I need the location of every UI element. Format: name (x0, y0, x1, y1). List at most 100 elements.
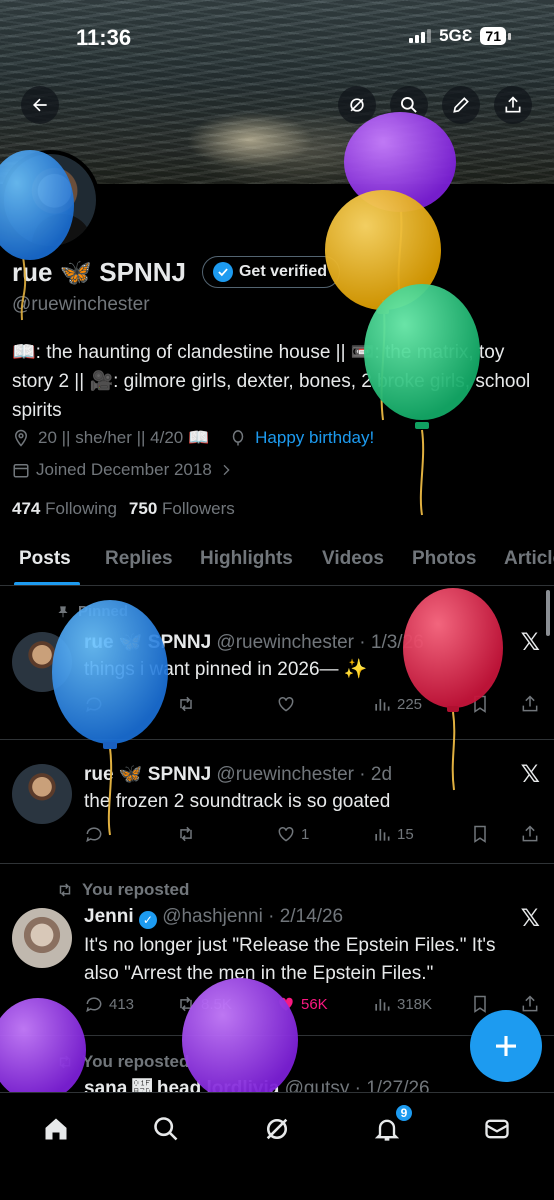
compose-button[interactable] (470, 1010, 542, 1082)
following-count: 474 (12, 499, 41, 518)
views-button[interactable]: 225 (372, 694, 422, 714)
reply-button[interactable] (84, 694, 104, 714)
views-button[interactable]: 318K (372, 994, 432, 1014)
bookmark-button[interactable] (470, 694, 490, 714)
tab-videos[interactable]: Videos (322, 548, 384, 570)
likes-count: 1 (301, 825, 310, 843)
tweet-repost-jenni[interactable]: You reposted Jenni ✓ @hashjenni · 2/14/2… (0, 864, 554, 1036)
pinned-context: Pinned (56, 603, 128, 620)
tweet-date: · 2d (359, 764, 393, 785)
repost-icon (180, 996, 192, 1012)
get-verified-label: Get verified (238, 263, 328, 280)
repost-context: You reposted (56, 1052, 189, 1072)
profile-meta: 20 || she/her || 4/20 📖 Happy birthday! (12, 428, 374, 448)
tweet-frozen[interactable]: rue 🦋 SPNNJ @ruewinchester · 2d 𝕏 the fr… (0, 740, 554, 864)
bookmark-icon (474, 995, 486, 1013)
repost-button[interactable]: 8.5K (176, 994, 232, 1014)
nav-search[interactable] (148, 1111, 184, 1147)
heart-icon (278, 696, 294, 712)
edit-button[interactable] (442, 86, 480, 124)
balloon-icon (232, 430, 244, 446)
back-arrow-icon (33, 98, 47, 112)
grok-button[interactable] (338, 86, 376, 124)
views-icon (375, 999, 390, 1011)
share-icon (522, 695, 538, 712)
follow-stats: 474 Following 750 Followers (12, 499, 235, 519)
home-icon (45, 1118, 67, 1140)
tweet-author-name[interactable]: Jenni (84, 906, 134, 927)
notifications-badge: 9 (394, 1103, 414, 1123)
followers-link[interactable]: 750 Followers (129, 499, 235, 519)
nav-home[interactable] (38, 1111, 74, 1147)
following-link[interactable]: 474 Following (12, 499, 117, 519)
replies-count: 413 (109, 995, 135, 1013)
tweet-author-name[interactable]: rue 🦋 SPNNJ (84, 632, 211, 653)
tab-articles[interactable]: Articles (504, 548, 554, 570)
repost-icon (59, 883, 71, 897)
repost-context-label: You reposted (82, 1052, 190, 1071)
repost-button[interactable] (176, 824, 196, 844)
repost-context: You reposted (56, 880, 189, 900)
tweet-pinned[interactable]: Pinned rue 🦋 SPNNJ @ruewinchester · 1/3/… (0, 588, 554, 740)
tab-replies[interactable]: Replies (105, 548, 173, 570)
repost-icon (180, 696, 192, 712)
views-count: 15 (397, 825, 414, 843)
tab-posts[interactable]: Posts (19, 548, 71, 570)
tweet-text: It's no longer just "Release the Epstein… (84, 935, 496, 984)
tweet-avatar[interactable] (12, 908, 72, 968)
profile-avatar[interactable] (0, 150, 100, 250)
bookmark-button[interactable] (470, 994, 490, 1014)
views-button[interactable]: 15 (372, 824, 414, 844)
tweet-avatar[interactable] (12, 632, 72, 692)
followers-label: Followers (162, 499, 235, 518)
tweet-actions: 225 (84, 694, 542, 718)
messages-icon (485, 1119, 509, 1139)
like-button[interactable]: 56K (276, 994, 328, 1014)
tweet-text: things i want pinned in 2026— ✨ (84, 659, 368, 680)
repost-button[interactable] (176, 694, 196, 714)
bookmark-icon (474, 825, 486, 843)
get-verified-button[interactable]: Get verified (201, 256, 341, 288)
joined-text: Joined December 2018 (36, 460, 212, 479)
tab-photos[interactable]: Photos (412, 548, 476, 570)
x-logo-icon: 𝕏 (520, 629, 540, 656)
repost-context-label: You reposted (82, 880, 190, 899)
reply-icon (86, 827, 102, 843)
pinned-label: Pinned (78, 603, 129, 620)
location-icon (14, 429, 28, 447)
tweet-handle: @hashjenni (162, 906, 263, 927)
search-button[interactable] (390, 86, 428, 124)
like-button[interactable]: 1 (276, 824, 309, 844)
tab-highlights[interactable]: Highlights (200, 548, 293, 570)
tweet-author-name[interactable]: rue 🦋 SPNNJ (84, 764, 211, 785)
reply-icon (86, 697, 102, 713)
bookmark-icon (474, 695, 486, 713)
share-tweet-button[interactable] (520, 994, 540, 1014)
tweet-avatar[interactable] (12, 764, 72, 824)
followers-count: 750 (128, 499, 158, 518)
reply-button[interactable] (84, 824, 104, 844)
profile-handle: @ruewinchester (12, 294, 150, 315)
verified-badge-icon: ✓ (138, 911, 157, 929)
back-button[interactable] (21, 86, 59, 124)
share-tweet-button[interactable] (520, 694, 540, 714)
tweet-handle: @ruewinchester (216, 764, 354, 785)
heart-filled-icon (279, 997, 293, 1011)
x-logo-icon: 𝕏 (520, 761, 540, 788)
reply-icon (86, 997, 102, 1013)
like-button[interactable] (276, 694, 296, 714)
bookmark-button[interactable] (470, 824, 490, 844)
reply-button[interactable]: 413 (84, 994, 134, 1014)
name-row: rue 🦋 SPNNJ Get verified (12, 256, 341, 288)
views-icon (375, 699, 390, 711)
nav-grok[interactable] (259, 1111, 295, 1147)
joined-row[interactable]: Joined December 2018 (12, 460, 234, 480)
plus-icon (496, 1036, 516, 1056)
search-icon (154, 1117, 178, 1141)
share-tweet-button[interactable] (520, 824, 540, 844)
scrollbar[interactable] (546, 590, 550, 636)
status-indicators: 5GƐ 71 (409, 26, 511, 46)
nav-messages[interactable] (479, 1111, 515, 1147)
likes-count: 56K (301, 995, 328, 1013)
share-button[interactable] (494, 86, 532, 124)
